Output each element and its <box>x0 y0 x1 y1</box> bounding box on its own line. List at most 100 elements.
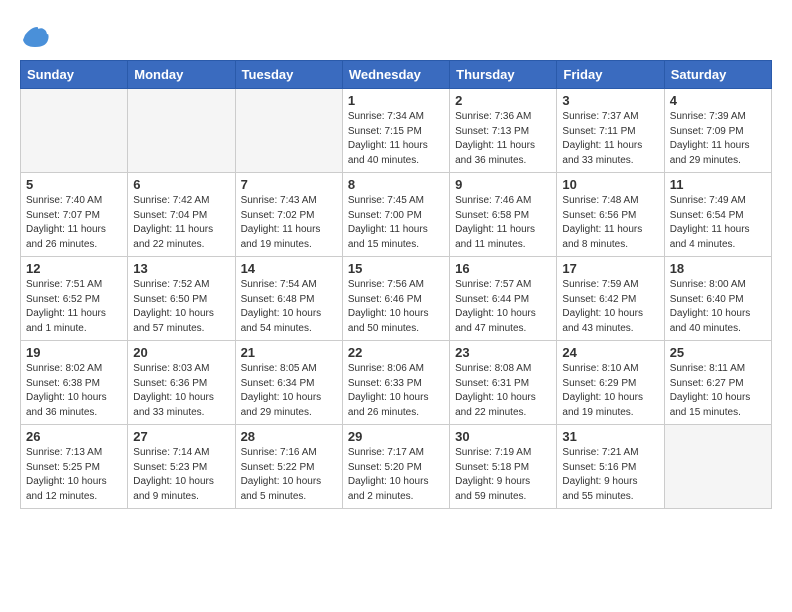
day-info: Sunrise: 8:10 AM Sunset: 6:29 PM Dayligh… <box>562 362 658 420</box>
day-info: Sunrise: 7:21 AM Sunset: 5:16 PM Dayligh… <box>562 446 658 504</box>
day-info: Sunrise: 8:05 AM Sunset: 6:34 PM Dayligh… <box>241 362 337 420</box>
calendar-cell: 31 Sunrise: 7:21 AM Sunset: 5:16 PM Dayli… <box>557 425 664 509</box>
calendar-cell <box>128 89 235 173</box>
day-info: Sunrise: 7:43 AM Sunset: 7:02 PM Dayligh… <box>241 194 337 252</box>
day-info: Sunrise: 7:59 AM Sunset: 6:42 PM Dayligh… <box>562 278 658 336</box>
calendar-cell: 3 Sunrise: 7:37 AM Sunset: 7:11 PM Daylig… <box>557 89 664 173</box>
day-number: 30 <box>455 429 551 444</box>
calendar-cell: 12 Sunrise: 7:51 AM Sunset: 6:52 PM Dayli… <box>21 257 128 341</box>
day-number: 14 <box>241 261 337 276</box>
calendar-cell: 24 Sunrise: 8:10 AM Sunset: 6:29 PM Dayli… <box>557 341 664 425</box>
page-header <box>20 20 772 50</box>
calendar-cell: 22 Sunrise: 8:06 AM Sunset: 6:33 PM Dayli… <box>342 341 449 425</box>
day-info: Sunrise: 7:14 AM Sunset: 5:23 PM Dayligh… <box>133 446 229 504</box>
calendar-cell: 10 Sunrise: 7:48 AM Sunset: 6:56 PM Dayli… <box>557 173 664 257</box>
calendar-cell: 5 Sunrise: 7:40 AM Sunset: 7:07 PM Daylig… <box>21 173 128 257</box>
day-number: 28 <box>241 429 337 444</box>
calendar-cell: 25 Sunrise: 8:11 AM Sunset: 6:27 PM Dayli… <box>664 341 771 425</box>
weekday-header: Wednesday <box>342 61 449 89</box>
day-number: 17 <box>562 261 658 276</box>
calendar-table: SundayMondayTuesdayWednesdayThursdayFrid… <box>20 60 772 509</box>
day-number: 15 <box>348 261 444 276</box>
calendar-cell: 18 Sunrise: 8:00 AM Sunset: 6:40 PM Dayli… <box>664 257 771 341</box>
day-info: Sunrise: 7:17 AM Sunset: 5:20 PM Dayligh… <box>348 446 444 504</box>
calendar-week-row: 5 Sunrise: 7:40 AM Sunset: 7:07 PM Daylig… <box>21 173 772 257</box>
calendar-cell: 26 Sunrise: 7:13 AM Sunset: 5:25 PM Dayli… <box>21 425 128 509</box>
day-info: Sunrise: 7:39 AM Sunset: 7:09 PM Dayligh… <box>670 110 766 168</box>
calendar-week-row: 19Sunrise: 8:02 AM Sunset: 6:38 PM Dayli… <box>21 341 772 425</box>
day-number: 31 <box>562 429 658 444</box>
calendar-cell: 11Sunrise: 7:49 AM Sunset: 6:54 PM Dayli… <box>664 173 771 257</box>
day-info: Sunrise: 7:54 AM Sunset: 6:48 PM Dayligh… <box>241 278 337 336</box>
day-info: Sunrise: 7:46 AM Sunset: 6:58 PM Dayligh… <box>455 194 551 252</box>
calendar-cell: 21 Sunrise: 8:05 AM Sunset: 6:34 PM Dayli… <box>235 341 342 425</box>
calendar-cell: 14 Sunrise: 7:54 AM Sunset: 6:48 PM Dayli… <box>235 257 342 341</box>
calendar-cell: 23 Sunrise: 8:08 AM Sunset: 6:31 PM Dayli… <box>450 341 557 425</box>
calendar-week-row: 12 Sunrise: 7:51 AM Sunset: 6:52 PM Dayli… <box>21 257 772 341</box>
day-number: 7 <box>241 177 337 192</box>
day-number: 21 <box>241 345 337 360</box>
calendar-cell: 7 Sunrise: 7:43 AM Sunset: 7:02 PM Daylig… <box>235 173 342 257</box>
calendar-cell: 8 Sunrise: 7:45 AM Sunset: 7:00 PM Daylig… <box>342 173 449 257</box>
day-info: Sunrise: 7:19 AM Sunset: 5:18 PM Dayligh… <box>455 446 551 504</box>
day-number: 29 <box>348 429 444 444</box>
calendar-cell <box>235 89 342 173</box>
calendar-cell: 27 Sunrise: 7:14 AM Sunset: 5:23 PM Dayli… <box>128 425 235 509</box>
day-number: 26 <box>26 429 122 444</box>
day-info: Sunrise: 7:37 AM Sunset: 7:11 PM Dayligh… <box>562 110 658 168</box>
day-info: Sunrise: 7:57 AM Sunset: 6:44 PM Dayligh… <box>455 278 551 336</box>
calendar-cell: 30 Sunrise: 7:19 AM Sunset: 5:18 PM Dayli… <box>450 425 557 509</box>
day-info: Sunrise: 7:48 AM Sunset: 6:56 PM Dayligh… <box>562 194 658 252</box>
day-number: 20 <box>133 345 229 360</box>
day-info: Sunrise: 8:06 AM Sunset: 6:33 PM Dayligh… <box>348 362 444 420</box>
day-info: Sunrise: 8:08 AM Sunset: 6:31 PM Dayligh… <box>455 362 551 420</box>
day-number: 12 <box>26 261 122 276</box>
calendar-cell: 13Sunrise: 7:52 AM Sunset: 6:50 PM Dayli… <box>128 257 235 341</box>
day-info: Sunrise: 7:45 AM Sunset: 7:00 PM Dayligh… <box>348 194 444 252</box>
calendar-cell: 2Sunrise: 7:36 AM Sunset: 7:13 PM Daylig… <box>450 89 557 173</box>
day-number: 24 <box>562 345 658 360</box>
day-number: 25 <box>670 345 766 360</box>
weekday-header: Friday <box>557 61 664 89</box>
calendar-cell: 1 Sunrise: 7:34 AM Sunset: 7:15 PM Daylig… <box>342 89 449 173</box>
calendar-week-row: 26 Sunrise: 7:13 AM Sunset: 5:25 PM Dayli… <box>21 425 772 509</box>
day-number: 10 <box>562 177 658 192</box>
logo-icon <box>20 20 50 50</box>
day-number: 4 <box>670 93 766 108</box>
day-info: Sunrise: 7:52 AM Sunset: 6:50 PM Dayligh… <box>133 278 229 336</box>
day-number: 6 <box>133 177 229 192</box>
weekday-header-row: SundayMondayTuesdayWednesdayThursdayFrid… <box>21 61 772 89</box>
day-info: Sunrise: 7:13 AM Sunset: 5:25 PM Dayligh… <box>26 446 122 504</box>
day-number: 3 <box>562 93 658 108</box>
day-number: 2 <box>455 93 551 108</box>
day-info: Sunrise: 8:03 AM Sunset: 6:36 PM Dayligh… <box>133 362 229 420</box>
day-number: 9 <box>455 177 551 192</box>
calendar-week-row: 1 Sunrise: 7:34 AM Sunset: 7:15 PM Daylig… <box>21 89 772 173</box>
day-number: 18 <box>670 261 766 276</box>
day-info: Sunrise: 8:02 AM Sunset: 6:38 PM Dayligh… <box>26 362 122 420</box>
day-info: Sunrise: 8:00 AM Sunset: 6:40 PM Dayligh… <box>670 278 766 336</box>
day-info: Sunrise: 7:51 AM Sunset: 6:52 PM Dayligh… <box>26 278 122 336</box>
day-number: 23 <box>455 345 551 360</box>
day-info: Sunrise: 7:40 AM Sunset: 7:07 PM Dayligh… <box>26 194 122 252</box>
day-number: 22 <box>348 345 444 360</box>
day-info: Sunrise: 7:56 AM Sunset: 6:46 PM Dayligh… <box>348 278 444 336</box>
calendar-cell: 20 Sunrise: 8:03 AM Sunset: 6:36 PM Dayli… <box>128 341 235 425</box>
day-info: Sunrise: 7:34 AM Sunset: 7:15 PM Dayligh… <box>348 110 444 168</box>
logo <box>20 20 54 50</box>
weekday-header: Sunday <box>21 61 128 89</box>
day-number: 5 <box>26 177 122 192</box>
day-info: Sunrise: 7:16 AM Sunset: 5:22 PM Dayligh… <box>241 446 337 504</box>
day-number: 1 <box>348 93 444 108</box>
calendar-cell: 17 Sunrise: 7:59 AM Sunset: 6:42 PM Dayli… <box>557 257 664 341</box>
day-number: 27 <box>133 429 229 444</box>
day-number: 8 <box>348 177 444 192</box>
calendar-cell: 28 Sunrise: 7:16 AM Sunset: 5:22 PM Dayli… <box>235 425 342 509</box>
day-number: 16 <box>455 261 551 276</box>
calendar-cell: 19Sunrise: 8:02 AM Sunset: 6:38 PM Dayli… <box>21 341 128 425</box>
day-info: Sunrise: 7:42 AM Sunset: 7:04 PM Dayligh… <box>133 194 229 252</box>
calendar-cell: 29 Sunrise: 7:17 AM Sunset: 5:20 PM Dayli… <box>342 425 449 509</box>
weekday-header: Monday <box>128 61 235 89</box>
weekday-header: Saturday <box>664 61 771 89</box>
day-info: Sunrise: 8:11 AM Sunset: 6:27 PM Dayligh… <box>670 362 766 420</box>
